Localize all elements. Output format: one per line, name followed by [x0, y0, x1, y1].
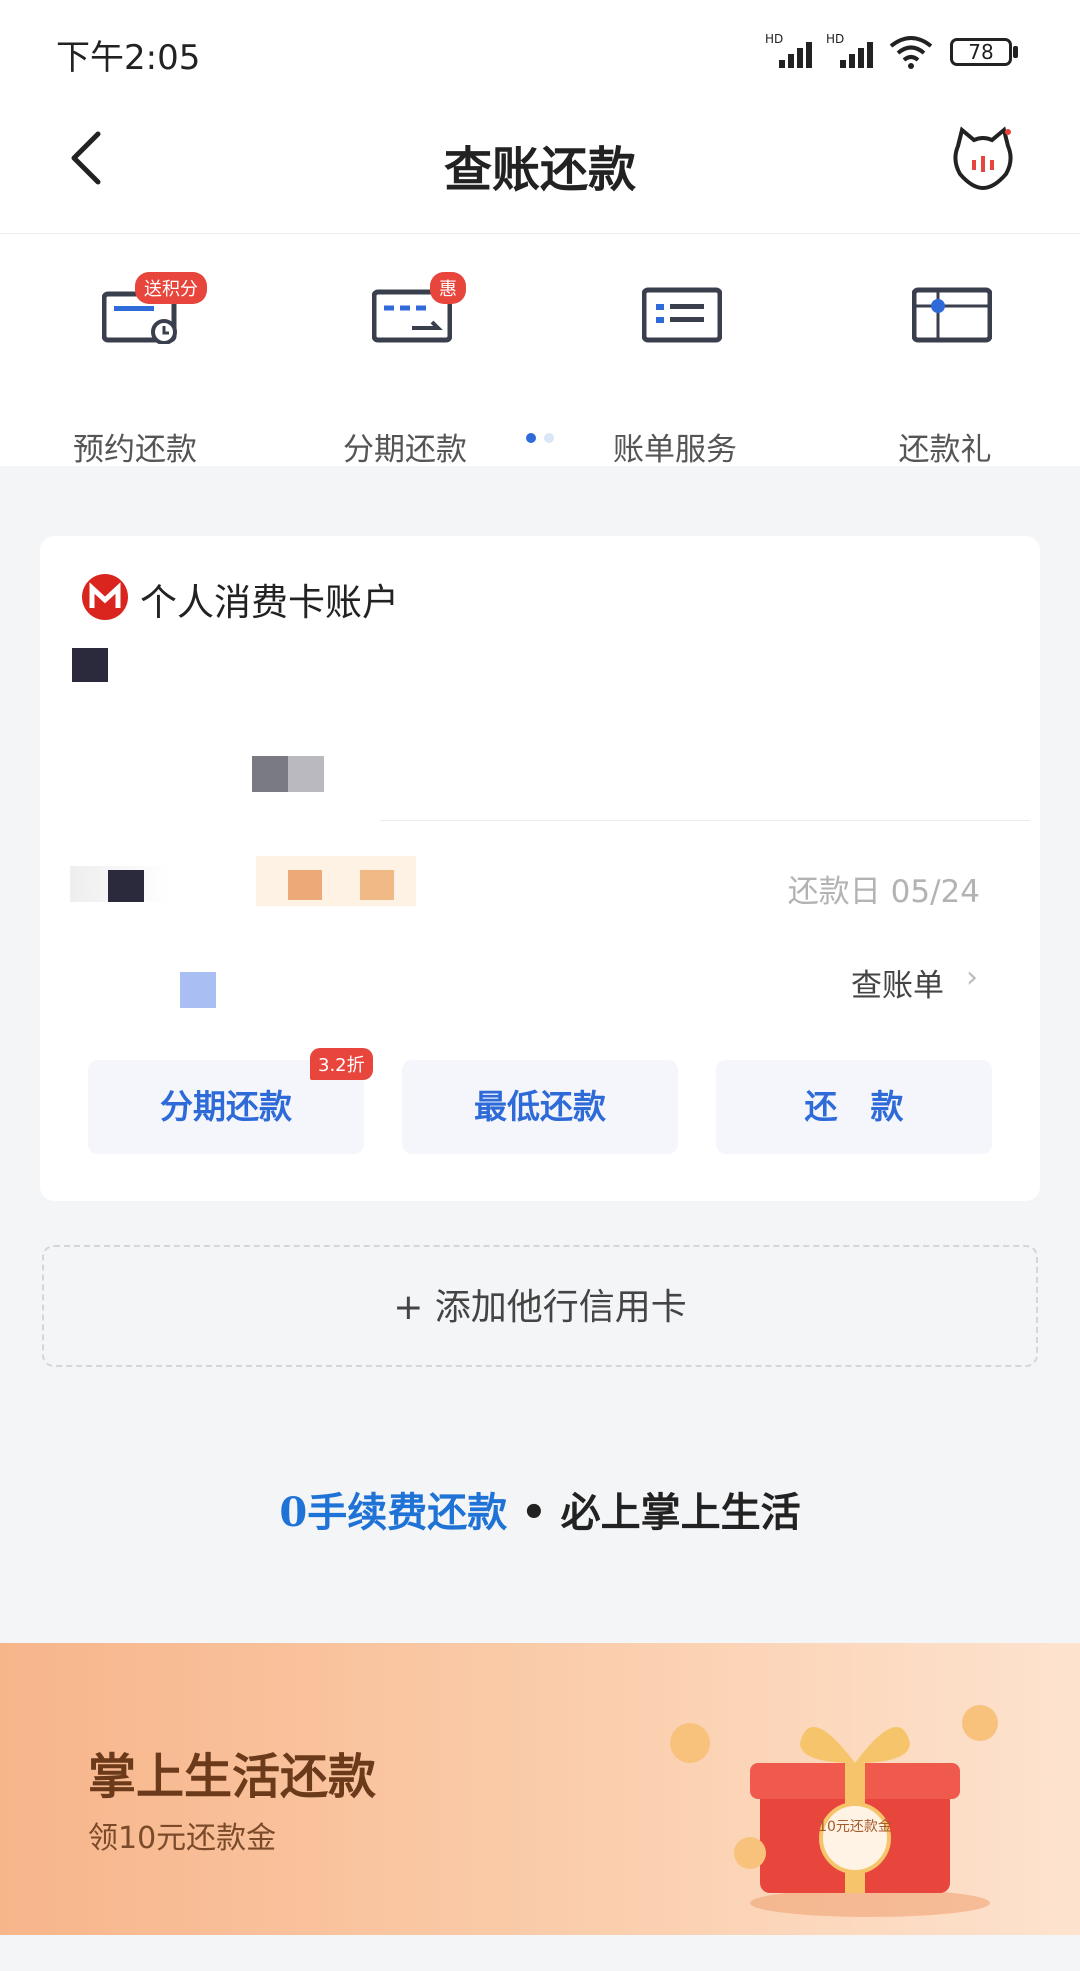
bill-list-icon: [642, 287, 722, 343]
discount-badge: 3.2折: [310, 1048, 373, 1080]
gift-box-icon: 10元还款金: [670, 1705, 998, 1917]
page-indicator: [0, 428, 1080, 447]
masked-text: [288, 870, 322, 900]
signal-icon: HD: [765, 32, 812, 68]
slogan-highlight: 0手续费还款: [279, 1489, 508, 1536]
quick-menu: 送积分 预约还款 惠 分期还款 账单服务 还款礼: [0, 234, 1080, 468]
due-date: 还款日 05/24: [787, 874, 980, 910]
min-repay-button[interactable]: 最低还款: [402, 1060, 678, 1154]
masked-text: [360, 870, 394, 900]
status-bar: 下午2:05 HD HD 78: [0, 0, 1080, 100]
gift-card-icon: [912, 287, 992, 343]
slogan-separator: •: [507, 1489, 561, 1536]
battery-tip: [1013, 46, 1018, 58]
cmb-logo: [82, 574, 128, 620]
quick-item-bill-service[interactable]: 账单服务: [560, 284, 790, 468]
add-other-card-button[interactable]: + 添加他行信用卡: [42, 1245, 1038, 1367]
quick-item-repay-gift[interactable]: 还款礼: [830, 284, 1060, 468]
banner-subtitle: 领10元还款金: [88, 1821, 277, 1856]
wifi-icon: [889, 36, 933, 69]
svg-text:10元还款金: 10元还款金: [818, 1819, 892, 1835]
assistant-cat-icon[interactable]: [950, 126, 1016, 192]
svg-text:HD: HD: [826, 32, 844, 46]
badge-discount: 惠: [430, 272, 466, 304]
battery-level: 78: [968, 40, 994, 64]
status-time: 下午2:05: [56, 38, 201, 78]
page-dot-active: [526, 433, 536, 443]
quick-item-installment[interactable]: 惠 分期还款: [290, 272, 520, 468]
repay-button[interactable]: 还 款: [716, 1060, 992, 1154]
banner-title: 掌上生活还款: [88, 1749, 377, 1805]
nav-bar: 查账还款: [0, 100, 1080, 234]
divider: [380, 820, 1030, 821]
chevron-right-icon: ›: [966, 960, 978, 995]
masked-text: [288, 756, 324, 792]
account-card: 个人消费卡账户 还款日 05/24 查账单 › 分期还款 3.2折 最低还款 还…: [40, 536, 1040, 1201]
page-dot: [544, 433, 554, 443]
badge-points: 送积分: [135, 272, 207, 304]
masked-text: [252, 756, 288, 792]
view-bill-link[interactable]: 查账单: [851, 960, 944, 1005]
page-title: 查账还款: [443, 142, 636, 198]
signal-icon-2: HD: [826, 32, 873, 68]
promo-banner[interactable]: 掌上生活还款 领10元还款金 10元还款金: [0, 1643, 1080, 1935]
bottom-spacer: [0, 1935, 1080, 1971]
slogan: 0手续费还款 • 必上掌上生活: [0, 1480, 1080, 1538]
svg-text:HD: HD: [765, 32, 783, 46]
account-title: 个人消费卡账户: [140, 581, 399, 624]
masked-text: [72, 648, 108, 682]
quick-item-scheduled-repay[interactable]: 送积分 预约还款: [20, 272, 250, 468]
masked-text: [108, 870, 144, 902]
slogan-rest: 必上掌上生活: [560, 1489, 801, 1536]
battery-icon: 78: [950, 38, 1012, 66]
masked-text: [180, 972, 216, 1008]
